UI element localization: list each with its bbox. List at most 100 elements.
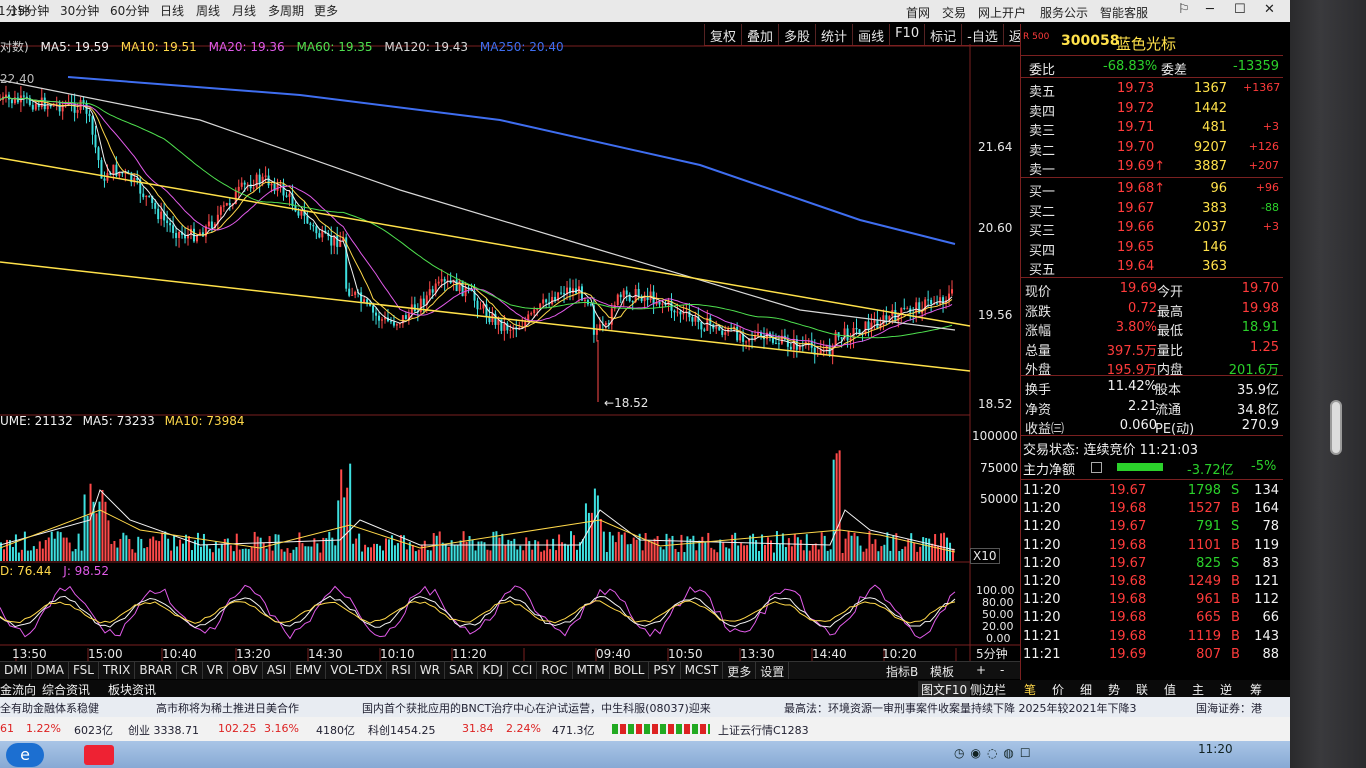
ind-settings[interactable]: 设置 <box>756 662 790 679</box>
ind-cr[interactable]: CR <box>177 662 203 679</box>
volume-bar <box>229 545 232 561</box>
ind-mtm[interactable]: MTM <box>573 662 610 679</box>
btn-draw[interactable]: 画线 <box>852 24 889 45</box>
ind-brar[interactable]: BRAR <box>135 662 178 679</box>
ma250-line <box>67 76 956 245</box>
ind-emv[interactable]: EMV <box>291 662 327 679</box>
menu-service[interactable]: 服务公示 <box>1040 4 1088 21</box>
close-icon[interactable]: ✕ <box>1264 2 1275 17</box>
ind-boll[interactable]: BOLL <box>610 662 650 679</box>
tab-main[interactable]: 主 <box>1192 681 1204 698</box>
menu-smart-support[interactable]: 智能客服 <box>1100 4 1148 21</box>
volume-ma5: MA5: 73233 <box>82 414 155 428</box>
tab-f10[interactable]: 图文F10 <box>918 681 971 698</box>
volume-bar <box>737 545 740 561</box>
tab-sidebar[interactable]: 侧边栏 <box>970 681 1006 698</box>
tab-trend[interactable]: 势 <box>1108 681 1120 698</box>
ind-obv[interactable]: OBV <box>228 662 263 679</box>
btn-stats[interactable]: 统计 <box>815 24 852 45</box>
buy-price[interactable]: 19.65 <box>1117 240 1154 255</box>
btn-multi[interactable]: 多股 <box>778 24 815 45</box>
buy-price[interactable]: 19.67 <box>1117 201 1154 216</box>
maximize-icon[interactable]: ☐ <box>1234 2 1246 17</box>
main-flow-icon[interactable] <box>1091 462 1102 473</box>
pin-icon[interactable]: ⚐ <box>1178 2 1190 17</box>
ind-psy[interactable]: PSY <box>649 662 681 679</box>
volume-bar <box>725 547 728 561</box>
stock-name[interactable]: 蓝色光标 <box>1116 33 1176 54</box>
candle-body <box>437 281 440 284</box>
news-item[interactable]: 国海证券：港 <box>1196 700 1262 716</box>
ind-mcst[interactable]: MCST <box>681 662 724 679</box>
quote-value: 19.69 <box>1119 281 1157 296</box>
sell-price[interactable]: 19.70 <box>1117 140 1154 155</box>
news-item[interactable]: 高市称将为稀土推进日美合作 <box>156 700 299 716</box>
news-item[interactable]: 最高法：环境资源一审刑事案件收案量持续下降 2025年较2021年下降3 <box>784 700 1136 716</box>
btn-overlay[interactable]: 叠加 <box>741 24 778 45</box>
ind-trix[interactable]: TRIX <box>99 662 136 679</box>
tab-link[interactable]: 联 <box>1136 681 1148 698</box>
buy-price[interactable]: 19.66 <box>1117 220 1154 235</box>
cloud-quote[interactable]: 上证云行情C1283 <box>718 722 809 738</box>
taskbar-clock[interactable]: 11:20 <box>1198 742 1233 756</box>
template-button[interactable]: 模板 <box>930 663 954 680</box>
volume-bar <box>334 545 337 561</box>
buy-price[interactable]: 19.68↑ <box>1117 181 1165 196</box>
sell-price[interactable]: 19.73 <box>1117 81 1154 96</box>
ind-roc[interactable]: ROC <box>537 662 573 679</box>
tab-bi[interactable]: 笔 <box>1024 681 1036 698</box>
sell-price[interactable]: 19.71 <box>1117 120 1154 135</box>
stock-code[interactable]: 300058 <box>1061 33 1119 49</box>
ind-kdj[interactable]: KDJ <box>478 662 509 679</box>
ie-icon[interactable]: e <box>6 743 44 767</box>
tab-fund-flow[interactable]: 金流向 <box>0 681 36 698</box>
tray-icons[interactable]: ◷◉◌◍☐ <box>954 746 1037 760</box>
price-axis-2: 20.60 <box>978 221 1013 235</box>
candle-body <box>378 315 381 321</box>
tab-value[interactable]: 值 <box>1164 681 1176 698</box>
sell-price[interactable]: 19.69↑ <box>1117 159 1165 174</box>
ind-rsi[interactable]: RSI <box>387 662 416 679</box>
tab-chips[interactable]: 筹 <box>1250 681 1262 698</box>
zoom-out-button[interactable]: - <box>1000 663 1004 677</box>
zoom-in-button[interactable]: + <box>976 663 986 677</box>
volume-bar <box>489 550 492 561</box>
ind-sar[interactable]: SAR <box>445 662 479 679</box>
btn-f10[interactable]: F10 <box>889 24 924 45</box>
btn-mark[interactable]: 标记 <box>924 24 961 45</box>
ind-dma[interactable]: DMA <box>32 662 69 679</box>
volume-bar <box>608 531 611 561</box>
ind-vr[interactable]: VR <box>203 662 229 679</box>
kline-chart[interactable] <box>0 0 1020 661</box>
candle-body <box>112 164 115 176</box>
indicator-b[interactable]: 指标B <box>886 663 918 680</box>
candle-body <box>330 236 333 246</box>
btn-watchlist[interactable]: -自选 <box>961 24 1003 45</box>
app-icon[interactable] <box>84 745 114 765</box>
ind-more[interactable]: 更多 <box>723 662 757 679</box>
buy-price[interactable]: 19.64 <box>1117 259 1154 274</box>
volume-bar <box>758 551 761 561</box>
ind-cci[interactable]: CCI <box>508 662 538 679</box>
tab-reverse[interactable]: 逆 <box>1220 681 1232 698</box>
ind-wr[interactable]: WR <box>416 662 445 679</box>
period-selector[interactable]: 5分钟 <box>976 645 1008 662</box>
minimize-icon[interactable]: ─ <box>1206 2 1214 17</box>
news-item[interactable]: 全有助金融体系稳健 <box>0 700 99 716</box>
ind-fsl[interactable]: FSL <box>69 662 99 679</box>
sell-price[interactable]: 19.72 <box>1117 101 1154 116</box>
tab-news[interactable]: 综合资讯 <box>42 681 90 698</box>
tab-detail[interactable]: 细 <box>1080 681 1092 698</box>
ind-vol-tdx[interactable]: VOL-TDX <box>326 662 388 679</box>
ind-dmi[interactable]: DMI <box>0 662 33 679</box>
volume-bar <box>716 552 719 561</box>
news-item[interactable]: 国内首个获批应用的BNCT治疗中心在沪试运营，中生科服(08037)迎来 <box>362 700 711 716</box>
tab-sector-news[interactable]: 板块资讯 <box>108 681 156 698</box>
volume-bar <box>80 550 83 561</box>
btn-adjust[interactable]: 复权 <box>704 24 741 45</box>
ind-asi[interactable]: ASI <box>263 662 292 679</box>
tab-price[interactable]: 价 <box>1052 681 1064 698</box>
star-index[interactable]: 科创1454.25 <box>368 722 436 738</box>
vol-axis-0: 100000 <box>972 429 1018 443</box>
chinext-index[interactable]: 创业 3338.71 <box>128 722 199 738</box>
